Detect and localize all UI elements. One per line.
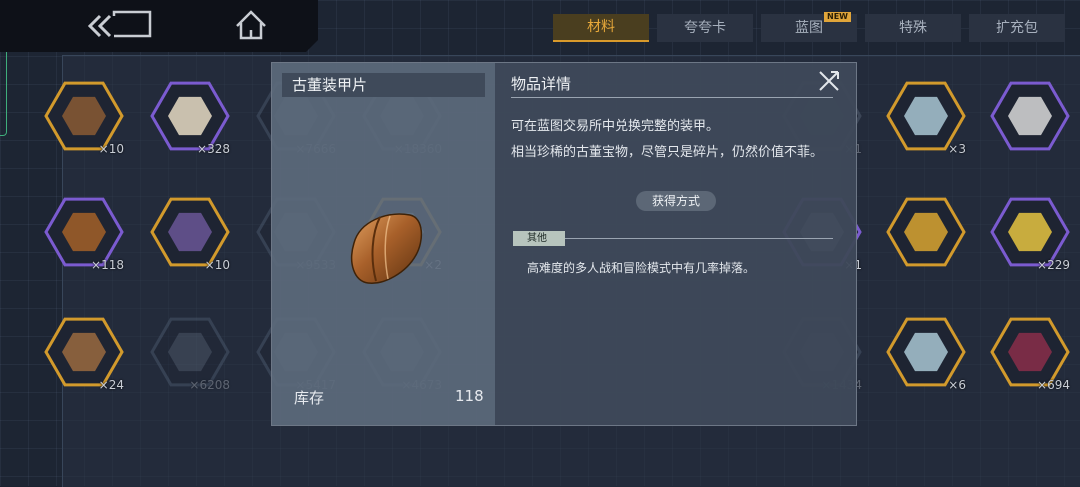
stock-label: 库存 xyxy=(294,389,325,407)
description-line-1: 可在蓝图交易所中兑换完整的装甲。 xyxy=(511,119,720,134)
item-count: ×10 xyxy=(98,142,124,156)
title-divider xyxy=(511,97,833,98)
obtain-method-button[interactable]: 获得方式 xyxy=(636,191,716,211)
item-count: ×328 xyxy=(197,142,230,156)
drop-source-text: 高难度的多人战和冒险模式中有几率掉落。 xyxy=(527,261,756,275)
detail-title: 物品详情 xyxy=(511,75,572,93)
inventory-item[interactable]: ×328 xyxy=(148,74,232,158)
item-count: ×24 xyxy=(98,378,124,392)
close-button[interactable] xyxy=(817,69,841,93)
item-count: ×229 xyxy=(1037,258,1070,272)
inventory-item[interactable]: ×10 xyxy=(42,74,126,158)
item-count: ×6208 xyxy=(189,378,230,392)
inventory-item[interactable]: ×3 xyxy=(884,74,968,158)
inventory-item[interactable]: ×10 xyxy=(148,190,232,274)
chip-icon xyxy=(990,81,1070,151)
tab-materials[interactable]: 材料 xyxy=(553,14,649,42)
inventory-item[interactable]: ×6 xyxy=(884,310,968,394)
stock-value: 118 xyxy=(455,387,484,405)
side-handle[interactable] xyxy=(0,48,7,136)
tab-kuakua-cards[interactable]: 夸夸卡 xyxy=(657,14,753,42)
tab-blueprints[interactable]: 蓝图 NEW xyxy=(761,12,857,42)
item-name: 古董装甲片 xyxy=(282,73,485,97)
inventory-item[interactable]: ×118 xyxy=(42,190,126,274)
inventory-item[interactable] xyxy=(988,74,1072,158)
inventory-item[interactable]: ×694 xyxy=(988,310,1072,394)
item-count: ×3 xyxy=(948,142,966,156)
new-badge: NEW xyxy=(824,12,851,22)
item-details-pane: 物品详情 可在蓝图交易所中兑换完整的装甲。 相当珍稀的古董宝物，尽管只是碎片，仍… xyxy=(495,63,856,425)
top-nav-bar xyxy=(0,0,318,52)
back-arrow-icon xyxy=(87,10,152,38)
inventory-item[interactable]: ×6208 xyxy=(148,310,232,394)
gold-coin-icon xyxy=(886,197,966,267)
item-count: ×10 xyxy=(204,258,230,272)
item-preview-pane: 古董装甲片 库存 118 xyxy=(272,63,495,425)
armor-shard-icon xyxy=(350,213,423,284)
home-button[interactable] xyxy=(232,8,270,44)
tab-expansion-packs[interactable]: 扩充包 xyxy=(969,14,1065,42)
home-icon xyxy=(236,10,266,40)
other-section-tag: 其他 xyxy=(513,231,565,246)
inventory-item[interactable] xyxy=(884,190,968,274)
back-button[interactable] xyxy=(86,8,156,44)
other-section-divider xyxy=(565,238,833,239)
item-count: ×6 xyxy=(948,378,966,392)
tab-special[interactable]: 特殊 xyxy=(865,14,961,42)
close-icon xyxy=(819,71,839,91)
inventory-item[interactable]: ×24 xyxy=(42,310,126,394)
item-detail-dialog: 古董装甲片 库存 118 物品详情 可在蓝图交易所中兑换完整的装甲。 相当珍稀的… xyxy=(271,62,857,426)
inventory-item[interactable]: ×229 xyxy=(988,190,1072,274)
item-count: ×118 xyxy=(91,258,124,272)
category-tabs: 材料 夸夸卡 蓝图 NEW 特殊 扩充包 xyxy=(553,12,1065,42)
description-line-2: 相当珍稀的古董宝物，尽管只是碎片，仍然价值不菲。 xyxy=(511,145,824,160)
item-count: ×694 xyxy=(1037,378,1070,392)
